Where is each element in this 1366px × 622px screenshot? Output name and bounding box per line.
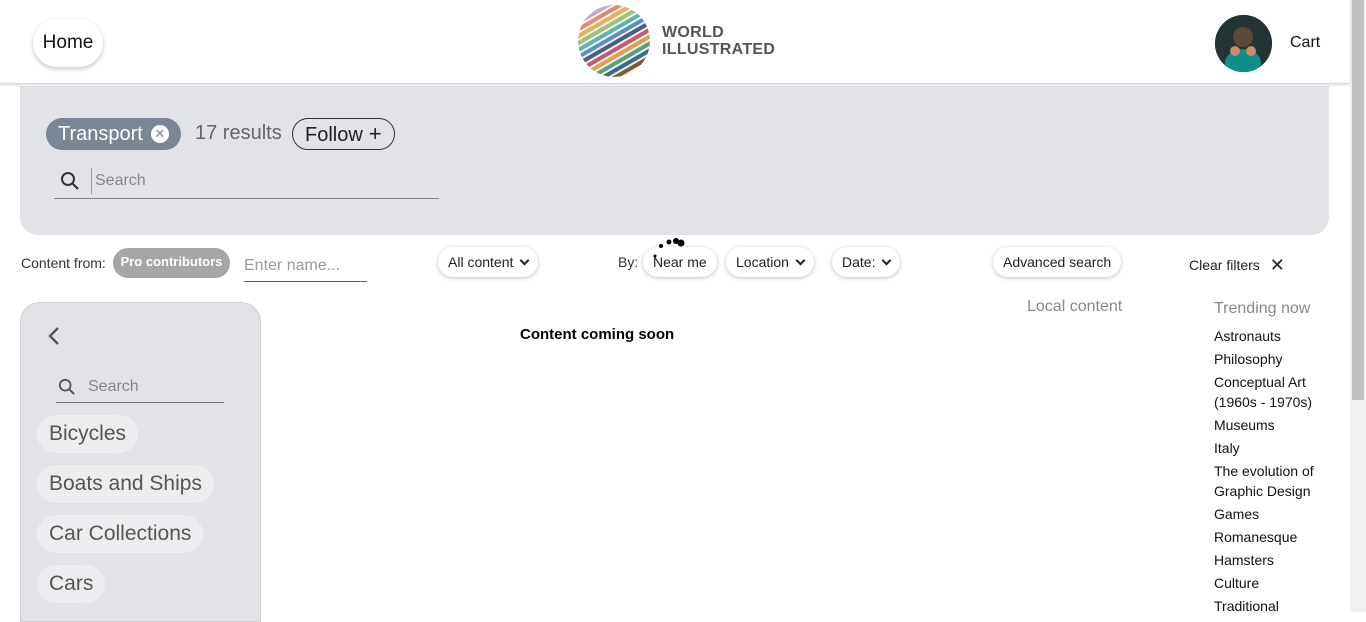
date-dropdown[interactable]: Date: [832, 247, 901, 277]
logo-line-1: WORLD [662, 24, 724, 41]
sidebar-search-input[interactable] [88, 375, 218, 399]
scrollbar-thumb[interactable] [1352, 0, 1364, 400]
trending-item[interactable]: Astronauts [1214, 326, 1344, 346]
trending-item[interactable]: Culture [1214, 573, 1344, 593]
chevron-down-icon [519, 255, 530, 265]
cart-link[interactable]: Cart [1290, 34, 1320, 52]
pro-contributors-toggle[interactable]: Pro contributors [113, 248, 230, 278]
logo-wordmark[interactable]: WORLD ILLUSTRATED [662, 24, 775, 58]
contributor-name-input[interactable] [244, 251, 367, 282]
trending-list: Astronauts Philosophy Conceptual Art (19… [1214, 326, 1344, 619]
world-illustrated-logo-icon[interactable] [578, 5, 650, 77]
advanced-search-label: Advanced search [1003, 254, 1112, 270]
topic-search-field [54, 163, 439, 199]
top-header: Home WORLD ILLUSTRATED Cart [0, 0, 1350, 84]
trending-now-heading: Trending now [1214, 300, 1311, 317]
clear-filters-button[interactable]: Clear filters ✕ [1189, 255, 1285, 275]
chevron-down-icon [882, 255, 892, 265]
remove-topic-icon[interactable]: ✕ [150, 125, 169, 143]
advanced-search-button[interactable]: Advanced search [993, 247, 1122, 277]
trending-item[interactable]: Traditional [1214, 596, 1344, 616]
trending-item[interactable]: Romanesque [1214, 527, 1344, 547]
location-label: Location [736, 254, 789, 270]
follow-button[interactable]: Follow + [292, 118, 395, 150]
trending-item[interactable]: Museums [1214, 415, 1344, 435]
local-content-heading: Local content [1027, 298, 1123, 315]
topic-chip[interactable]: Transport ✕ [46, 118, 181, 150]
follow-label: Follow [305, 124, 363, 146]
user-avatar[interactable] [1215, 15, 1272, 72]
content-coming-soon-message: Content coming soon [520, 326, 675, 343]
content-from-label: Content from: [21, 255, 106, 271]
all-content-dropdown[interactable]: All content [438, 247, 539, 277]
sidebar-search-field [56, 370, 224, 403]
logo-line-2: ILLUSTRATED [662, 41, 776, 58]
trending-item[interactable]: Philosophy [1214, 349, 1344, 369]
topic-chip-label: Transport [58, 123, 143, 145]
trending-item[interactable]: Games [1214, 504, 1344, 524]
topic-panel [20, 86, 1329, 235]
home-button[interactable]: Home [33, 19, 103, 67]
category-chip-cars[interactable]: Cars [37, 565, 106, 603]
trending-item[interactable]: Italy [1214, 438, 1344, 458]
trending-item[interactable]: Hamsters [1214, 550, 1344, 570]
plus-icon: + [368, 121, 382, 146]
date-label: Date: [842, 254, 876, 270]
search-icon [58, 378, 76, 401]
all-content-label: All content [448, 254, 514, 270]
close-icon: ✕ [1269, 255, 1285, 275]
category-chip-boats-and-ships[interactable]: Boats and Ships [37, 465, 214, 503]
loading-spinner-icon [652, 236, 688, 260]
search-cursor-divider [91, 168, 92, 194]
category-chip-bicycles[interactable]: Bicycles [37, 415, 139, 453]
trending-item[interactable]: The evolution of Graphic Design [1214, 461, 1344, 501]
topic-search-input[interactable] [95, 167, 425, 195]
chevron-down-icon [795, 255, 806, 265]
clear-filters-label: Clear filters [1189, 257, 1260, 273]
by-label: By: [618, 254, 639, 270]
results-count: 17 results [195, 122, 282, 144]
location-dropdown[interactable]: Location [726, 247, 814, 277]
trending-item[interactable]: Conceptual Art (1960s - 1970s) [1214, 372, 1344, 412]
back-arrow-icon[interactable] [44, 325, 66, 347]
search-icon [60, 171, 80, 196]
category-chip-car-collections[interactable]: Car Collections [37, 515, 204, 553]
